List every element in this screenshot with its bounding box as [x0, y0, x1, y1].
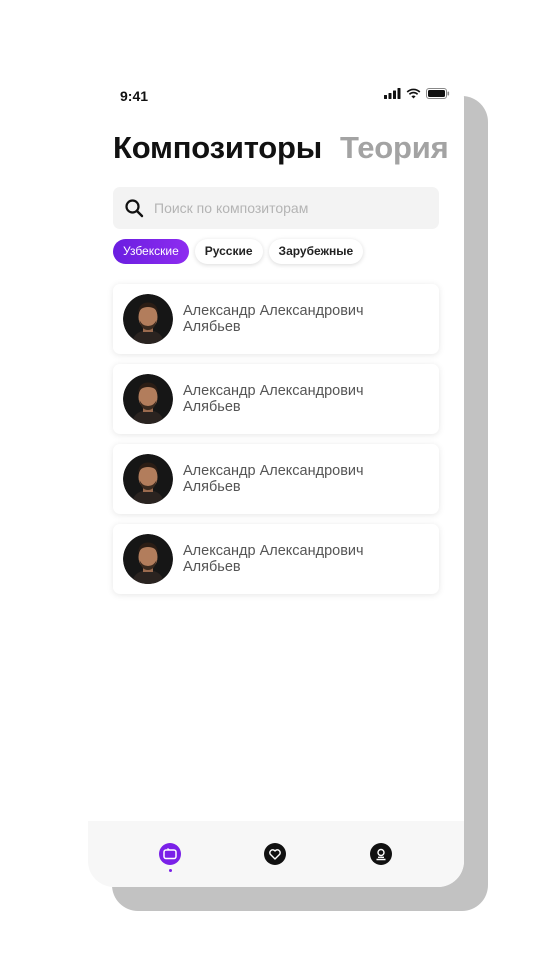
composer-name: Александр Александрович Алябьев	[183, 543, 413, 575]
composer-name: Александр Александрович Алябьев	[183, 463, 413, 495]
composer-name-line-2: Алябьев	[183, 559, 241, 575]
status-icons	[384, 88, 450, 99]
composer-name-line-1: Александр Александрович	[183, 543, 364, 559]
filter-chips: Узбекские Русские Зарубежные	[113, 239, 364, 264]
status-bar: 9:41	[88, 72, 464, 120]
nav-tv-button[interactable]	[159, 843, 181, 865]
filter-uzbek[interactable]: Узбекские	[113, 239, 189, 264]
section-tabs: Композиторы Теория	[113, 130, 464, 166]
composer-card[interactable]: Александр Александрович Алябьев	[113, 524, 439, 594]
composer-name-line-1: Александр Александрович	[183, 303, 364, 319]
bottom-nav	[88, 821, 464, 887]
status-time: 9:41	[120, 88, 149, 104]
composer-name-line-2: Алябьев	[183, 399, 241, 415]
composer-name-line-1: Александр Александрович	[183, 383, 364, 399]
tab-composers[interactable]: Композиторы	[113, 130, 322, 166]
composer-avatar	[123, 454, 173, 504]
filter-foreign[interactable]: Зарубежные	[268, 239, 364, 264]
composer-name-line-2: Алябьев	[183, 479, 241, 495]
nav-favorites-button[interactable]	[264, 843, 286, 865]
composer-list: Александр Александрович Алябьев Александ…	[113, 284, 439, 604]
nav-profile-button[interactable]	[370, 843, 392, 865]
search-icon	[125, 199, 144, 218]
phone-screen: 9:41 Композиторы Теория Поиск по компози…	[88, 72, 464, 887]
tv-icon	[163, 848, 177, 860]
composer-name: Александр Александрович Алябьев	[183, 383, 413, 415]
heart-icon	[269, 848, 281, 860]
composer-avatar	[123, 534, 173, 584]
composer-avatar	[123, 294, 173, 344]
composer-card[interactable]: Александр Александрович Алябьев	[113, 284, 439, 354]
tab-theory[interactable]: Теория	[340, 130, 449, 166]
composer-name: Александр Александрович Алябьев	[183, 303, 413, 335]
active-indicator	[169, 869, 172, 872]
filter-russian[interactable]: Русские	[194, 239, 263, 264]
search-bar[interactable]	[113, 187, 439, 229]
battery-icon	[426, 88, 450, 99]
composer-name-line-2: Алябьев	[183, 319, 241, 335]
composer-card[interactable]: Александр Александрович Алябьев	[113, 364, 439, 434]
signal-icon	[384, 88, 401, 99]
composer-name-line-1: Александр Александрович	[183, 463, 364, 479]
wifi-icon	[406, 88, 421, 99]
profile-icon	[376, 848, 386, 860]
search-input[interactable]	[152, 199, 416, 217]
composer-avatar	[123, 374, 173, 424]
composer-card[interactable]: Александр Александрович Алябьев	[113, 444, 439, 514]
